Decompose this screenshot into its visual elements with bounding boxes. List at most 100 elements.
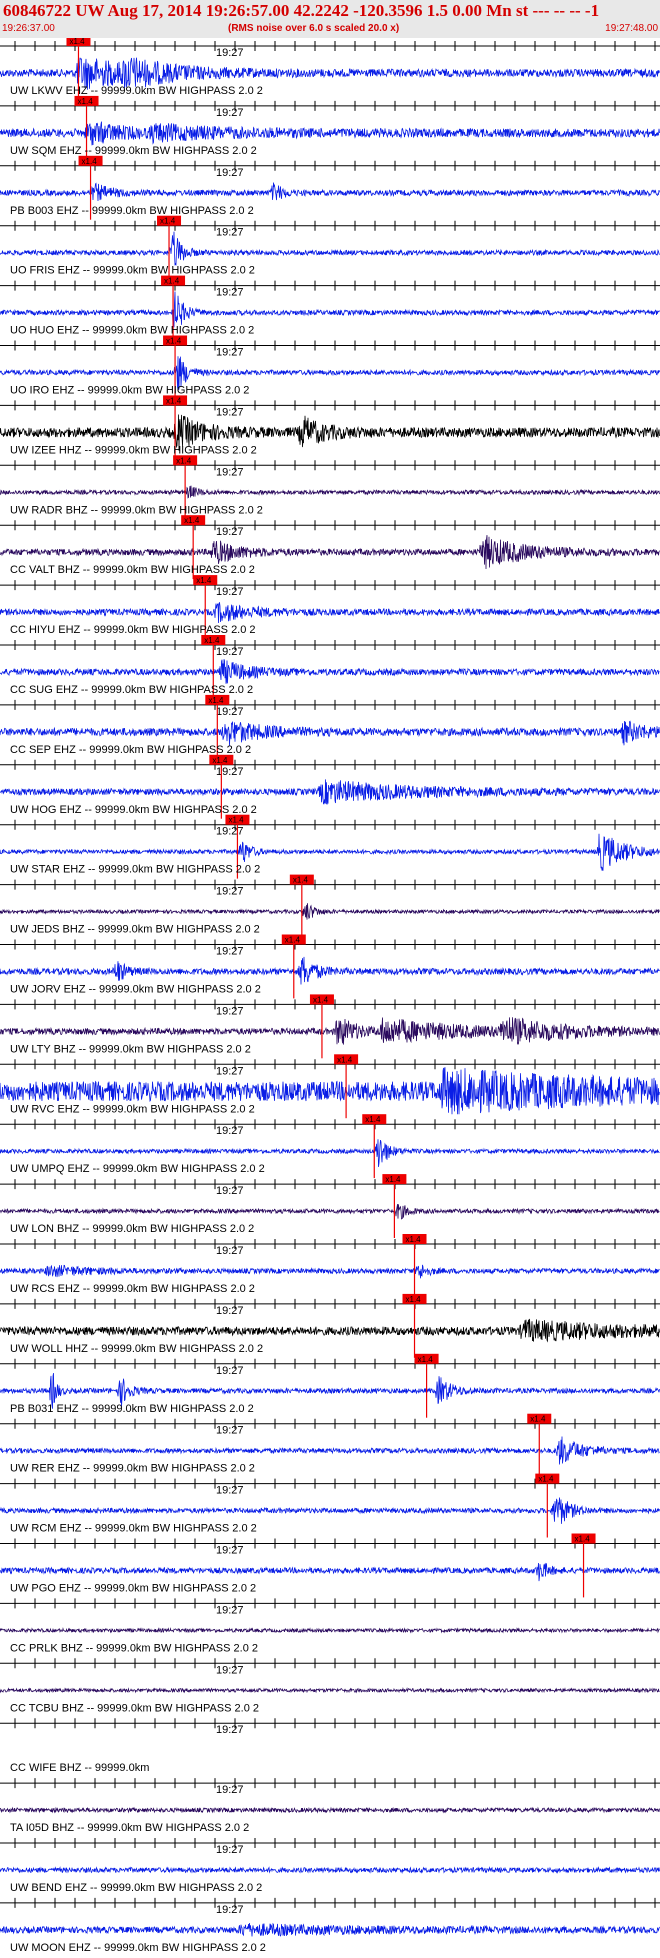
waveform (0, 1922, 660, 1937)
pick-label: x1.4 (538, 1475, 554, 1484)
minute-marker: 19:27 (216, 1065, 244, 1077)
trace-row: 19:27 x1.4 UW PGO EHZ -- 99999.0km BW HIGH… (0, 1533, 660, 1598)
waveform (0, 121, 660, 146)
trace-row: 19:27 x1.4 PB B031 EHZ -- 99999.0km BW HIG… (0, 1353, 660, 1418)
minute-marker: 19:27 (216, 1005, 244, 1017)
trace-row: 19:27x1.4 UW STAR EHZ -- 99999.0km BW HIG… (0, 814, 660, 879)
channel-label: UW RCS EHZ -- 99999.0km BW HIGHPASS 2.0 … (10, 1283, 255, 1295)
trace-row: 19:27x1.4 CC SEP EHZ -- 99999.0km BW HIGH… (0, 694, 660, 759)
pick-label: x1.4 (406, 1295, 422, 1304)
channel-label: UO HUO EHZ -- 99999.0km BW HIGHPASS 2.0 … (10, 325, 254, 337)
minute-marker: 19:27 (216, 466, 244, 478)
channel-label: UW RADR BHZ -- 99999.0km BW HIGHPASS 2.0… (10, 504, 263, 516)
pick-label: x1.4 (166, 337, 182, 346)
pick-label: x1.4 (208, 696, 224, 705)
trace-row: 19:27 x1.4 UW RVC EHZ -- 99999.0km BW HIGH… (0, 1054, 660, 1119)
minute-marker: 19:27 (216, 1844, 244, 1856)
minute-marker: 19:27 (216, 1784, 244, 1796)
minute-marker: 19:27 (216, 1125, 244, 1137)
trace-row: 19:27 x1.4 UW JORV EHZ -- 99999.0km BW HIG… (0, 934, 660, 999)
pick-label: x1.4 (313, 995, 329, 1004)
waveform (0, 1017, 660, 1045)
waveform (0, 602, 660, 624)
minute-marker: 19:27 (216, 526, 244, 538)
trace-row: 19:27 x1.4 UW SQM EHZ -- 99999.0km BW HIGH… (0, 95, 660, 160)
waveform (0, 1866, 660, 1874)
channel-label: CC SEP EHZ -- 99999.0km BW HIGHPASS 2.0 … (10, 744, 251, 756)
minute-marker: 19:27 (216, 1185, 244, 1197)
trace-row: 19:27 x1.4 UW JEDS BHZ -- 99999.0km BW HIG… (0, 874, 660, 939)
minute-marker: 19:27 (216, 886, 244, 898)
pick-label: x1.4 (365, 1115, 381, 1124)
rms-note: (RMS noise over 6.0 s scaled 20.0 x) (228, 23, 400, 34)
pick-label: x1.4 (406, 1235, 422, 1244)
plot-header: 60846722 UW Aug 17, 2014 19:26:57.00 42.… (0, 0, 660, 38)
channel-label: CC WIFE BHZ -- 99999.0km (10, 1762, 149, 1774)
channel-label: UW LON BHZ -- 99999.0km BW HIGHPASS 2.0 … (10, 1223, 254, 1235)
trace-row: 19:27 UW BEND EHZ -- 99999.0km BW HIGHPAS… (0, 1838, 660, 1894)
pick-label: x1.4 (228, 816, 244, 825)
pick-label: x1.4 (82, 157, 98, 166)
waveform (0, 1627, 660, 1634)
waveform (0, 291, 660, 328)
pick-label: x1.4 (78, 97, 94, 106)
trace-row: 19:27 CC PRLK BHZ -- 99999.0km BW HIGHPAS… (0, 1598, 660, 1654)
trace-row: 19:27 CC TCBU BHZ -- 99999.0km BW HIGHPAS… (0, 1658, 660, 1714)
waveform (0, 1204, 660, 1220)
pick-label: x1.4 (176, 456, 192, 465)
waveform (0, 182, 660, 202)
minute-marker: 19:27 (216, 227, 244, 239)
channel-label: CC SUG EHZ -- 99999.0km BW HIGHPASS 2.0 … (10, 684, 253, 696)
waveform (0, 1562, 660, 1582)
channel-label: TA I05D BHZ -- 99999.0km BW HIGHPASS 2.0… (10, 1822, 249, 1834)
trace-row: 19:27 x1.4 UW LTY BHZ -- 99999.0km BW HIGH… (0, 994, 660, 1059)
pick-label: x1.4 (212, 756, 228, 765)
channel-label: UW LKWV EHZ -- 99999.0km BW HIGHPASS 2.0… (10, 85, 263, 97)
minute-marker: 19:27 (216, 646, 244, 658)
pick-label: x1.4 (196, 576, 212, 585)
waveform (0, 1806, 660, 1814)
channel-label: UW BEND EHZ -- 99999.0km BW HIGHPASS 2.0… (10, 1882, 262, 1894)
channel-label: CC VALT BHZ -- 99999.0km BW HIGHPASS 2.0… (10, 564, 255, 576)
minute-marker: 19:27 (216, 1365, 244, 1377)
channel-label: UW JEDS BHZ -- 99999.0km BW HIGHPASS 2.0… (10, 924, 260, 936)
trace-row: 19:27 x1.4 CC VALT BHZ -- 99999.0km BW HIG… (0, 515, 660, 580)
trace-row: 19:27 TA I05D BHZ -- 99999.0km BW HIGHPAS… (0, 1778, 660, 1834)
trace-row: 19:27x1.4 UW HOG EHZ -- 99999.0km BW HIGH… (0, 754, 660, 819)
minute-marker: 19:27 (216, 1545, 244, 1557)
waveform (0, 659, 660, 684)
waveform (0, 1687, 660, 1694)
waveform (0, 485, 660, 499)
channel-label: UW MOON EHZ -- 99999.0km BW HIGHPASS 2.0… (10, 1942, 266, 1954)
minute-marker: 19:27 (216, 1485, 244, 1497)
trace-row: 19:27 x1.4 UO HUO EHZ -- 99999.0km BW HIGH… (0, 275, 660, 340)
minute-marker: 19:27 (216, 287, 244, 299)
minute-marker: 19:27 (216, 107, 244, 119)
pick-label: x1.4 (285, 936, 301, 945)
channel-label: UW UMPQ EHZ -- 99999.0km BW HIGHPASS 2.0… (10, 1163, 265, 1175)
seismogram-panel: 19:27x1.4UW LKWV EHZ -- 99999.0km BW HIG… (0, 38, 660, 1954)
minute-marker: 19:27 (216, 1305, 244, 1317)
minute-marker: 19:27 (216, 1724, 244, 1736)
channel-label: UO IRO EHZ -- 99999.0km BW HIGHPASS 2.0 … (10, 385, 249, 397)
channel-label: UW RCM EHZ -- 99999.0km BW HIGHPASS 2.0 … (10, 1523, 257, 1535)
minute-marker: 19:27 (216, 586, 244, 598)
trace-row: 19:27 x1.4 UO IRO EHZ -- 99999.0km BW HIGH… (0, 335, 660, 400)
minute-marker: 19:27 (216, 1245, 244, 1257)
channel-label: UW IZEE HHZ -- 99999.0km BW HIGHPASS 2.0… (10, 444, 257, 456)
waveform (0, 1497, 660, 1524)
channel-label: UO FRIS EHZ -- 99999.0km BW HIGHPASS 2.0… (10, 265, 255, 277)
channel-label: UW RVC EHZ -- 99999.0km BW HIGHPASS 2.0 … (10, 1103, 255, 1115)
trace-row: 19:27 x1.4 UW RER EHZ -- 99999.0km BW HIGH… (0, 1413, 660, 1478)
minute-marker: 19:27 (216, 1904, 244, 1916)
pick-label: x1.4 (184, 516, 200, 525)
pick-label: x1.4 (418, 1355, 434, 1364)
minute-marker: 19:27 (216, 946, 244, 958)
trace-row: 19:27 CC WIFE BHZ -- 99999.0km (0, 1718, 660, 1774)
trace-row: 19:27 x1.4 UW LKWV EHZ -- 99999.0km BW HIG… (0, 38, 660, 100)
end-time: 19:27:48.00 (605, 23, 658, 34)
waveform (0, 1436, 660, 1465)
trace-row: 19:27 x1.4 UW WOLL HHZ -- 99999.0km BW HIG… (0, 1293, 660, 1358)
trace-row: 19:27 x1.4 UW IZEE HHZ -- 99999.0km BW HIG… (0, 395, 660, 460)
channel-label: UW RER EHZ -- 99999.0km BW HIGHPASS 2.0 … (10, 1463, 255, 1475)
